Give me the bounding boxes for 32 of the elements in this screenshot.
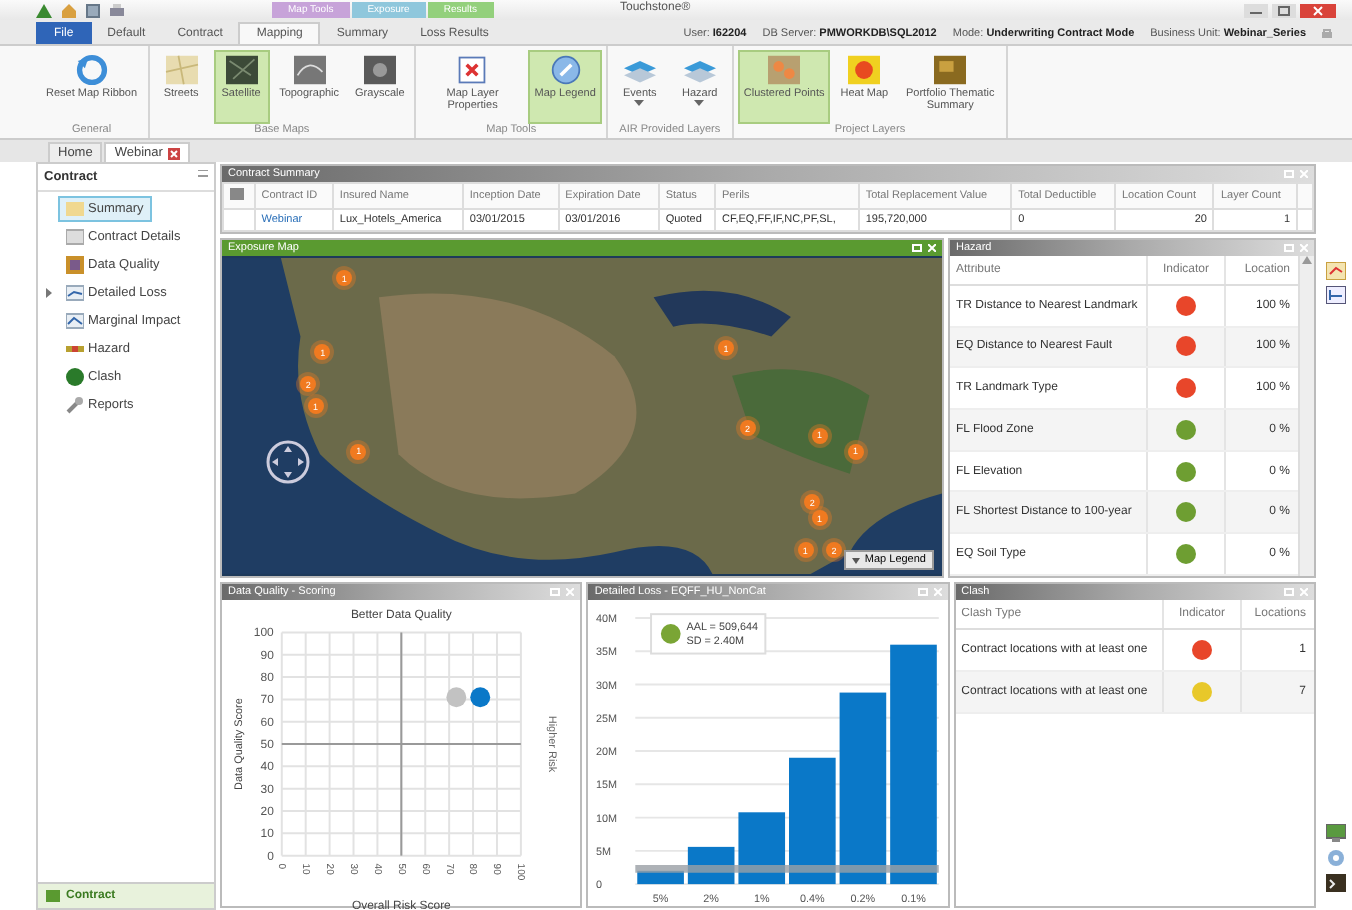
close-icon[interactable] — [168, 147, 181, 159]
line-chart-icon — [66, 284, 84, 302]
wrench-icon — [66, 396, 84, 414]
monitor-icon[interactable] — [1326, 824, 1346, 842]
save-icon[interactable] — [86, 3, 100, 17]
restore-icon[interactable] — [1283, 588, 1294, 596]
expand-arrow-icon[interactable] — [45, 288, 51, 298]
restore-icon[interactable] — [912, 244, 922, 252]
restore-icon[interactable] — [550, 588, 561, 596]
circle-icon — [66, 368, 84, 386]
minimize-button[interactable] — [1244, 3, 1268, 17]
maximize-button[interactable] — [1272, 3, 1296, 17]
collapse-icon[interactable] — [198, 170, 208, 178]
chart-icon[interactable] — [1326, 286, 1346, 304]
summary-icon — [66, 200, 84, 218]
terminal-icon[interactable] — [1326, 874, 1346, 892]
legend-dot — [661, 624, 682, 644]
close-button[interactable] — [1300, 3, 1336, 17]
document-icon — [66, 228, 84, 246]
lock-icon[interactable] — [1322, 28, 1332, 38]
bars-icon — [66, 340, 84, 358]
picture-icon — [66, 256, 84, 274]
pan-control-icon[interactable] — [266, 440, 310, 484]
contract-icon — [46, 890, 60, 902]
chart-icon[interactable] — [1326, 262, 1346, 280]
print-icon[interactable] — [110, 3, 124, 17]
restore-icon[interactable] — [1284, 244, 1294, 252]
restore-icon[interactable] — [917, 588, 928, 596]
caret-icon — [852, 557, 861, 563]
scrollbar[interactable] — [1298, 256, 1314, 576]
close-icon[interactable] — [928, 244, 936, 252]
line-chart-icon — [66, 312, 84, 330]
